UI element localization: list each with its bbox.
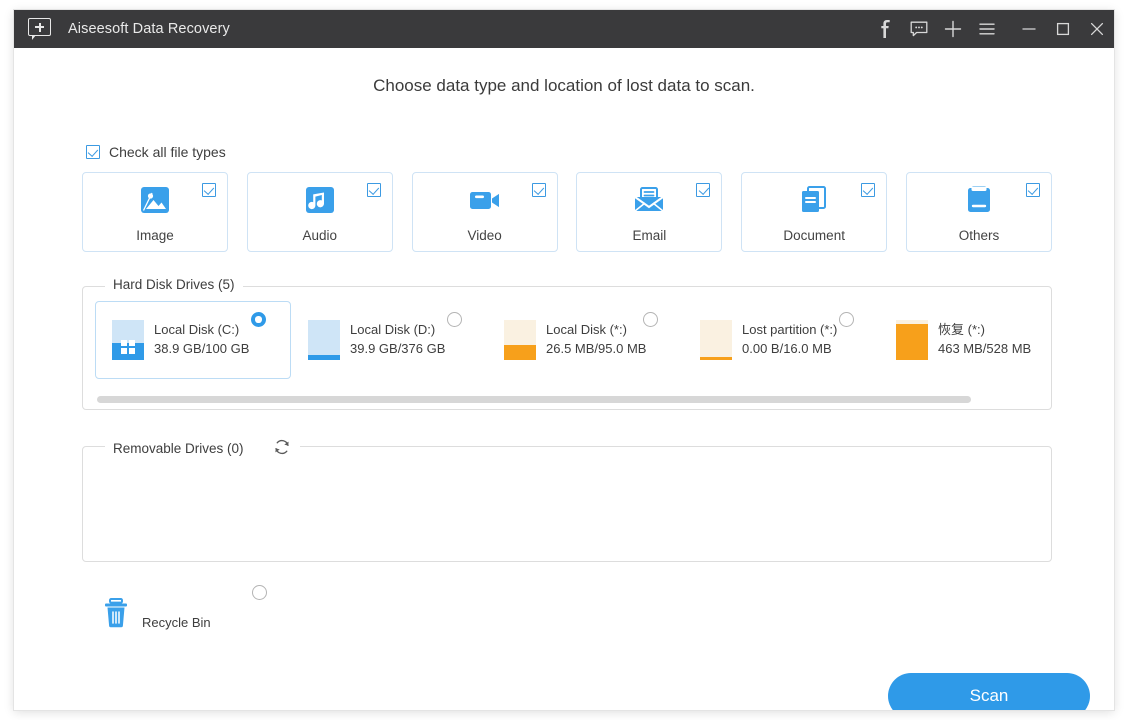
file-type-label: Others: [958, 228, 1000, 243]
drive-radio[interactable]: [839, 312, 854, 327]
add-button[interactable]: [936, 10, 970, 48]
recycle-bin-inner: Recycle Bin: [102, 597, 211, 634]
removable-drives-group: Removable Drives (0): [82, 437, 1052, 562]
drive-size: 26.5 MB/95.0 MB: [546, 341, 647, 356]
app-logo-icon: [28, 18, 54, 40]
folder-others-icon: [907, 183, 1051, 217]
drive-item-local-disk-d[interactable]: Local Disk (D:) 39.9 GB/376 GB: [291, 301, 487, 379]
scrollbar-thumb[interactable]: [97, 396, 972, 403]
page-title: Choose data type and location of lost da…: [373, 76, 755, 95]
file-type-label: Email: [632, 228, 667, 243]
title-bar-actions: [868, 10, 1114, 48]
image-icon: [83, 183, 227, 217]
file-type-card-email[interactable]: Email: [576, 172, 723, 252]
file-type-card-image[interactable]: Image: [82, 172, 228, 252]
file-type-card-video[interactable]: Video: [411, 172, 558, 252]
drive-item-local-disk-star-1[interactable]: Local Disk (*:) 26.5 MB/95.0 MB: [487, 301, 683, 379]
menu-button[interactable]: [970, 10, 1004, 48]
drive-icon: [504, 320, 536, 360]
check-all-label: Check all file types: [109, 144, 226, 160]
drive-text: 恢复 (*:) 463 MB/528 MB: [938, 321, 1031, 359]
hard-disk-drives-legend: Hard Disk Drives (5): [105, 277, 243, 292]
drive-size: 39.9 GB/376 GB: [350, 341, 446, 356]
hard-disk-drives-group: Hard Disk Drives (5) Local Disk (C:) 38.…: [82, 277, 1052, 410]
drive-radio[interactable]: [643, 312, 658, 327]
removable-drives-legend: Removable Drives (0): [105, 437, 300, 460]
drive-text: Local Disk (D:) 39.9 GB/376 GB: [350, 321, 445, 359]
drive-radio[interactable]: [251, 312, 266, 327]
drive-size: 0.00 B/16.0 MB: [742, 341, 832, 356]
trash-bin-icon: [102, 597, 130, 634]
drive-icon: [896, 320, 928, 360]
drive-size: 38.9 GB/100 GB: [154, 341, 250, 356]
removable-drives-legend-text: Removable Drives (0): [113, 441, 244, 456]
document-icon: [742, 183, 886, 217]
drive-name: Local Disk (*:): [546, 322, 627, 338]
application-window: Aiseesoft Data Recovery Choose data type…: [14, 10, 1114, 710]
email-envelope-icon: [577, 183, 721, 217]
drive-item-lost-partition[interactable]: Lost partition (*:) 0.00 B/16.0 MB: [683, 301, 879, 379]
drive-name: 恢复 (*:): [938, 322, 985, 338]
drive-icon: [308, 320, 340, 360]
recycle-bin-label: Recycle Bin: [142, 615, 211, 630]
feedback-button[interactable]: [902, 10, 936, 48]
main-content: Choose data type and location of lost da…: [14, 48, 1114, 710]
file-type-label: Document: [783, 228, 845, 243]
file-type-label: Image: [136, 228, 174, 243]
drive-icon: [700, 320, 732, 360]
facebook-button[interactable]: [868, 10, 902, 48]
recycle-bin-row[interactable]: Recycle Bin: [102, 581, 282, 637]
check-all-file-types-row[interactable]: Check all file types: [86, 144, 226, 160]
recycle-bin-radio[interactable]: [252, 585, 267, 600]
file-type-card-others[interactable]: Others: [905, 172, 1052, 252]
horizontal-scrollbar[interactable]: [97, 396, 1037, 403]
maximize-button[interactable]: [1046, 10, 1080, 48]
drive-item-recovery[interactable]: 恢复 (*:) 463 MB/528 MB: [879, 301, 1075, 379]
scan-button[interactable]: Scan: [888, 673, 1090, 710]
file-type-card-document[interactable]: Document: [741, 172, 888, 252]
drive-size: 463 MB/528 MB: [938, 341, 1032, 356]
title-bar: Aiseesoft Data Recovery: [14, 10, 1114, 48]
drive-name: Local Disk (C:): [154, 322, 240, 338]
file-type-card-audio[interactable]: Audio: [246, 172, 393, 252]
video-camera-icon: [413, 183, 557, 217]
file-type-label: Audio: [302, 228, 338, 243]
drive-text: Local Disk (*:) 26.5 MB/95.0 MB: [546, 321, 646, 359]
drive-text: Lost partition (*:) 0.00 B/16.0 MB: [742, 321, 837, 359]
drive-item-local-disk-c[interactable]: Local Disk (C:) 38.9 GB/100 GB: [95, 301, 291, 379]
drive-text: Local Disk (C:) 38.9 GB/100 GB: [154, 321, 249, 359]
check-all-checkbox[interactable]: [86, 145, 100, 159]
audio-note-icon: [248, 183, 392, 217]
file-type-label: Video: [467, 228, 502, 243]
refresh-icon[interactable]: [272, 437, 292, 460]
drive-name: Local Disk (D:): [350, 322, 436, 338]
windows-drive-icon: [112, 320, 144, 360]
file-type-list: Image Audio Video Email Document Others: [82, 172, 1052, 252]
drive-name: Lost partition (*:): [742, 322, 838, 338]
drive-list: Local Disk (C:) 38.9 GB/100 GB Local Dis…: [83, 301, 1051, 381]
hard-disk-drives-legend-text: Hard Disk Drives (5): [113, 277, 235, 292]
drive-radio[interactable]: [447, 312, 462, 327]
close-button[interactable]: [1080, 10, 1114, 48]
minimize-button[interactable]: [1012, 10, 1046, 48]
app-title: Aiseesoft Data Recovery: [68, 21, 230, 37]
